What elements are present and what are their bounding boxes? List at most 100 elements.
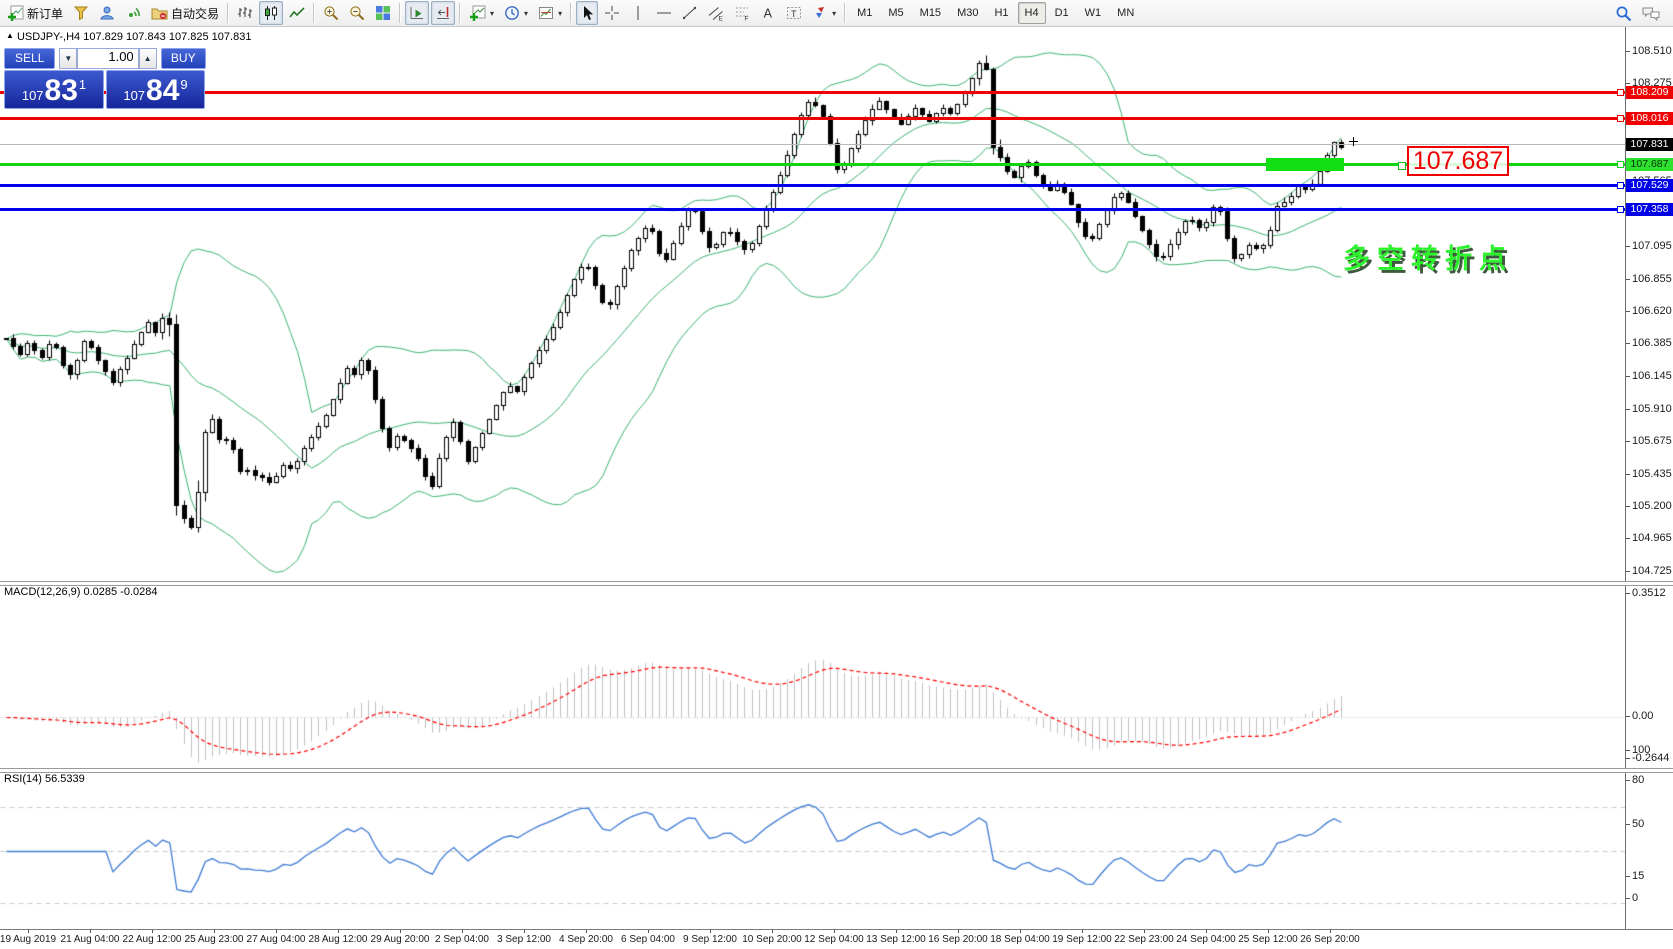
- shapes-icon: [812, 5, 828, 21]
- vline-icon: [630, 5, 646, 21]
- price-tick-label: 105.435: [1632, 468, 1672, 480]
- price-tick-label: 104.965: [1632, 532, 1672, 544]
- time-axis[interactable]: 19 Aug 201921 Aug 04:0022 Aug 12:0025 Au…: [0, 929, 1673, 949]
- signal-button[interactable]: [121, 1, 145, 25]
- indicators-button[interactable]: ▾: [465, 1, 498, 25]
- horizontal-line-button[interactable]: [652, 1, 676, 25]
- time-axis-label: 2 Sep 04:00: [435, 934, 489, 945]
- time-axis-label: 29 Aug 20:00: [371, 934, 430, 945]
- pivot-highlight-band[interactable]: [1266, 158, 1344, 171]
- text-label-button[interactable]: T: [782, 1, 806, 25]
- current-price-line[interactable]: [0, 144, 1625, 145]
- macd-pane-canvas[interactable]: [0, 584, 1625, 768]
- toolbar-separator: [313, 3, 315, 23]
- pivot-line[interactable]: [0, 163, 1625, 166]
- timeframe-button-h1[interactable]: H1: [987, 2, 1015, 24]
- bar-chart-button[interactable]: [233, 1, 257, 25]
- arrows-button[interactable]: ▾: [808, 1, 840, 25]
- search-button[interactable]: [1611, 1, 1636, 25]
- time-tick: [400, 930, 401, 933]
- bars-icon: [237, 5, 253, 21]
- time-axis-label: 27 Aug 04:00: [247, 934, 306, 945]
- timeframe-button-mn[interactable]: MN: [1110, 2, 1141, 24]
- textA-icon: A: [760, 5, 776, 21]
- profile-button[interactable]: [95, 1, 119, 25]
- linechart-icon: [289, 5, 305, 21]
- chart-window[interactable]: ▲ USDJPY-,H4 107.829 107.843 107.825 107…: [0, 27, 1673, 949]
- rsi-pane-canvas[interactable]: [0, 771, 1625, 928]
- line-chart-button[interactable]: [285, 1, 309, 25]
- chat-button[interactable]: [1638, 1, 1664, 25]
- macd-pane-separator[interactable]: [0, 581, 1673, 586]
- candlestick-chart-button[interactable]: [259, 1, 283, 25]
- one-click-trading-panel: SELL ▼ 1.00 ▲ BUY 107 83 1 107 84 9: [4, 48, 206, 110]
- time-axis-label: 18 Sep 04:00: [990, 934, 1050, 945]
- turning-point-annotation[interactable]: 多空转折点: [1343, 237, 1513, 276]
- support-line-1[interactable]: [0, 184, 1625, 187]
- resistance-line-1[interactable]: [0, 91, 1625, 94]
- templates-button[interactable]: ▾: [534, 1, 566, 25]
- search-icon: [1615, 5, 1632, 22]
- price-chart-canvas[interactable]: [0, 27, 1625, 581]
- resistance-line-1-marker[interactable]: [1617, 89, 1624, 96]
- collapse-arrow-icon[interactable]: ▲: [6, 31, 14, 40]
- vertical-line-button[interactable]: [626, 1, 650, 25]
- profile-icon: [99, 5, 115, 21]
- support-line-2-marker[interactable]: [1617, 206, 1624, 213]
- time-tick: [1330, 930, 1331, 933]
- support-line-1-marker[interactable]: [1617, 182, 1624, 189]
- buy-price-display[interactable]: 107 84 9: [106, 70, 205, 109]
- green-line-anchor[interactable]: [1398, 162, 1406, 170]
- equidistant-channel-button[interactable]: E: [704, 1, 728, 25]
- crosshair-button[interactable]: [600, 1, 624, 25]
- timeframe-button-m5[interactable]: M5: [881, 2, 910, 24]
- volume-down-button[interactable]: ▼: [59, 48, 77, 69]
- sell-price-display[interactable]: 107 83 1: [4, 70, 104, 109]
- sell-button[interactable]: SELL: [4, 48, 55, 69]
- time-axis-label: 3 Sep 12:00: [497, 934, 551, 945]
- sell-price-big: 83: [45, 76, 78, 106]
- zoom-out-button[interactable]: [345, 1, 369, 25]
- time-tick: [28, 930, 29, 933]
- current-price-line-price-label: 107.831: [1626, 138, 1673, 151]
- timeframe-button-w1[interactable]: W1: [1078, 2, 1109, 24]
- chart-shift-button[interactable]: [431, 1, 455, 25]
- trendline-button[interactable]: [678, 1, 702, 25]
- rsi-pane-separator[interactable]: [0, 768, 1673, 773]
- rsi-tick-label: 80: [1632, 774, 1644, 786]
- buy-price-big: 84: [146, 76, 179, 106]
- periods-button[interactable]: ▾: [500, 1, 532, 25]
- auto-scroll-button[interactable]: [405, 1, 429, 25]
- timeframe-button-m15[interactable]: M15: [913, 2, 948, 24]
- pivot-line-marker[interactable]: [1617, 161, 1624, 168]
- zoomin-icon: [323, 5, 339, 21]
- buy-button[interactable]: BUY: [161, 48, 207, 69]
- new-order-button[interactable]: 新订单: [3, 1, 67, 25]
- time-axis-label: 16 Sep 20:00: [928, 934, 988, 945]
- timeframe-button-h4[interactable]: H4: [1018, 2, 1046, 24]
- volume-input[interactable]: 1.00: [77, 48, 138, 69]
- volume-up-button[interactable]: ▲: [139, 48, 157, 69]
- fibonacci-button[interactable]: F: [730, 1, 754, 25]
- cursor-button[interactable]: [576, 1, 598, 25]
- support-line-2[interactable]: [0, 208, 1625, 211]
- support-line-1-price-label: 107.529: [1626, 179, 1673, 192]
- sell-price-pip: 1: [79, 77, 86, 92]
- timeframe-button-m1[interactable]: M1: [850, 2, 879, 24]
- pivot-price-callout[interactable]: 107.687: [1407, 146, 1509, 176]
- resistance-line-2-marker[interactable]: [1617, 115, 1624, 122]
- resistance-line-2[interactable]: [0, 117, 1625, 120]
- rsi-caption: RSI(14) 56.5339: [4, 773, 85, 785]
- funnel-button[interactable]: [69, 1, 93, 25]
- autotrade-button[interactable]: 自动交易: [147, 1, 223, 25]
- chat-icon: [1642, 5, 1660, 21]
- time-tick: [648, 930, 649, 933]
- zoom-in-button[interactable]: [319, 1, 343, 25]
- time-axis-label: 13 Sep 12:00: [866, 934, 926, 945]
- text-button[interactable]: A: [756, 1, 780, 25]
- tile-windows-button[interactable]: [371, 1, 395, 25]
- support-line-2-price-label: 107.358: [1626, 203, 1673, 216]
- timeframe-button-d1[interactable]: D1: [1048, 2, 1076, 24]
- time-tick: [462, 930, 463, 933]
- timeframe-button-m30[interactable]: M30: [950, 2, 985, 24]
